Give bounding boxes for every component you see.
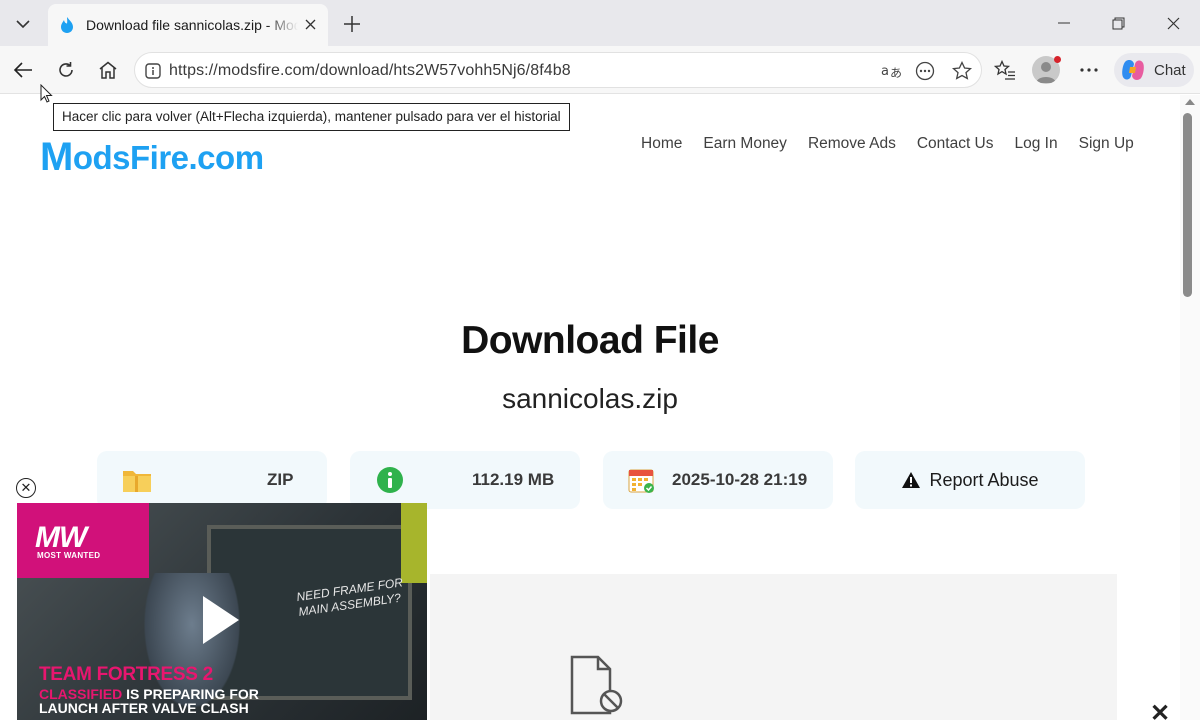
- site-info-icon[interactable]: [141, 59, 165, 83]
- arrow-left-icon: [13, 62, 32, 78]
- chevron-down-icon: [16, 20, 30, 29]
- warning-icon: [902, 472, 921, 488]
- refresh-button[interactable]: [50, 54, 82, 86]
- calendar-icon: [628, 469, 654, 493]
- plus-icon: [344, 16, 360, 32]
- window-close-button[interactable]: [1155, 8, 1191, 38]
- ad-logo-subtext: MOST WANTED: [37, 551, 101, 560]
- close-icon: [1167, 17, 1179, 29]
- file-type: ZIP: [267, 470, 294, 489]
- folder-icon: [123, 471, 151, 492]
- translate-icon[interactable]: aあ: [879, 59, 903, 83]
- home-icon: [99, 61, 117, 79]
- nav-home[interactable]: Home: [641, 135, 682, 153]
- scroll-up-arrow[interactable]: [1185, 99, 1195, 105]
- settings-more-button[interactable]: [1073, 54, 1105, 86]
- active-tab[interactable]: Download file sannicolas.zip - ModsFire: [48, 4, 328, 46]
- modsfire-favicon-icon: [61, 17, 73, 33]
- tab-strip: Download file sannicolas.zip - ModsFire: [0, 0, 1200, 46]
- video-ad[interactable]: NEED FRAME FOR MAIN ASSEMBLY? MW MOST WA…: [17, 503, 427, 720]
- file-type-card: ZIP: [97, 451, 327, 509]
- svg-text:あ: あ: [890, 66, 902, 80]
- tab-close-button[interactable]: [300, 14, 320, 34]
- minimize-icon: [1058, 22, 1070, 24]
- nav-contact-us[interactable]: Contact Us: [917, 135, 994, 153]
- info-icon: [377, 467, 403, 493]
- ad-green-accent: [401, 503, 427, 583]
- restore-icon: [1112, 17, 1124, 29]
- ad-subline-2: LAUNCH AFTER VALVE CLASH: [39, 700, 249, 716]
- tab-title: Download file sannicolas.zip - ModsFire: [86, 17, 298, 33]
- report-abuse-button[interactable]: Report Abuse: [855, 451, 1085, 509]
- nav-sign-up[interactable]: Sign Up: [1079, 135, 1134, 153]
- url-text: https://modsfire.com/download/hts2W57voh…: [169, 62, 571, 79]
- copilot-chat-button[interactable]: Chat: [1114, 53, 1194, 87]
- nav-remove-ads[interactable]: Remove Ads: [808, 135, 896, 153]
- favorite-star-icon[interactable]: [950, 59, 974, 83]
- mouse-cursor-icon: [40, 84, 53, 103]
- play-icon[interactable]: [203, 596, 239, 644]
- main-nav: Home Earn Money Remove Ads Contact Us Lo…: [641, 135, 1155, 153]
- file-size-card: 112.19 MB: [350, 451, 580, 509]
- file-name: sannicolas.zip: [502, 383, 678, 414]
- ad-headline: TEAM FORTRESS 2: [39, 664, 213, 685]
- notification-dot: [1054, 56, 1061, 63]
- ellipsis-icon: [1080, 68, 1098, 72]
- tab-list-button[interactable]: [6, 8, 40, 40]
- site-logo[interactable]: M odsFire.com: [40, 135, 264, 180]
- scroll-thumb[interactable]: [1183, 113, 1192, 297]
- file-size: 112.19 MB: [472, 470, 555, 489]
- ad-logo-text: MW: [35, 521, 87, 554]
- favorites-list-icon: [994, 60, 1015, 80]
- file-unavailable-icon: [570, 655, 623, 715]
- nav-earn-money[interactable]: Earn Money: [703, 135, 787, 153]
- favorites-button[interactable]: [989, 54, 1021, 86]
- video-ad-close-button[interactable]: ✕: [16, 478, 36, 498]
- minimize-button[interactable]: [1046, 8, 1082, 38]
- address-bar[interactable]: https://modsfire.com/download/hts2W57voh…: [134, 52, 982, 88]
- close-icon: [305, 19, 315, 29]
- upload-date-card: 2025-10-28 21:19: [603, 451, 833, 509]
- more-options-circle-icon[interactable]: [913, 59, 937, 83]
- upload-date: 2025-10-28 21:19: [672, 470, 808, 489]
- back-button-tooltip: Hacer clic para volver (Alt+Flecha izqui…: [53, 103, 570, 131]
- browser-toolbar: https://modsfire.com/download/hts2W57voh…: [0, 46, 1200, 94]
- refresh-icon: [59, 62, 73, 77]
- restore-button[interactable]: [1100, 8, 1136, 38]
- nav-log-in[interactable]: Log In: [1015, 135, 1058, 153]
- svg-text:a: a: [881, 64, 889, 79]
- page-scrollbar[interactable]: [1180, 95, 1200, 720]
- copilot-icon: [1122, 60, 1144, 80]
- logo-text: odsFire.com: [72, 138, 264, 176]
- download-panel: [430, 574, 1117, 720]
- new-tab-button[interactable]: [338, 10, 366, 38]
- page-title: Download File: [461, 319, 719, 362]
- home-button[interactable]: [92, 54, 124, 86]
- logo-m: M: [40, 135, 73, 179]
- chat-label: Chat: [1154, 61, 1186, 79]
- report-abuse-label: Report Abuse: [929, 469, 1039, 490]
- ad-brand-logo: MW MOST WANTED: [17, 503, 149, 578]
- back-button[interactable]: [7, 54, 39, 86]
- close-ad-x-button[interactable]: ✕: [1150, 699, 1170, 720]
